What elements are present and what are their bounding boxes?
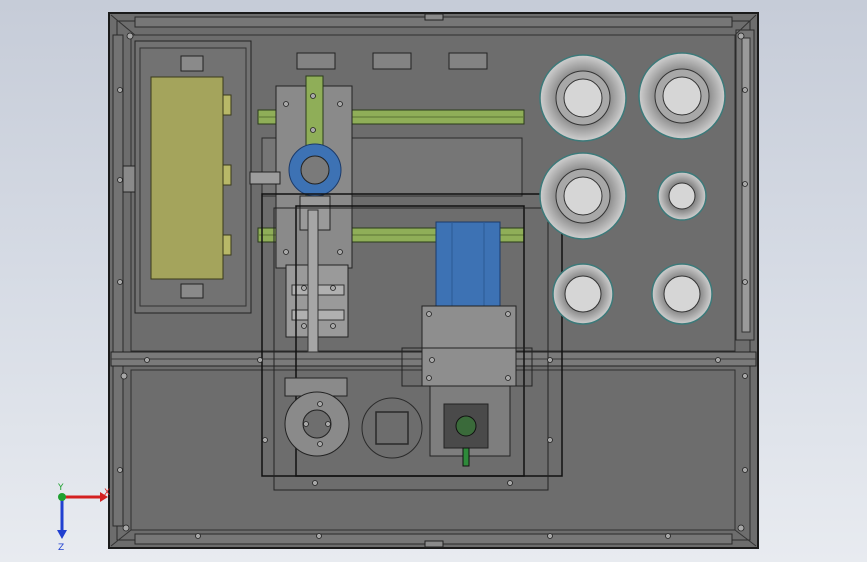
axis-x-label: X	[104, 488, 110, 498]
axis-triad-icon: X Y Z	[57, 483, 110, 553]
olive-control-panel	[122, 40, 252, 314]
cad-viewport[interactable]: X Y Z	[0, 0, 867, 562]
axis-z-label: Z	[58, 543, 64, 553]
axis-y-label: Y	[57, 483, 64, 493]
cad-assembly-drawing: X Y Z	[57, 12, 759, 553]
top-brackets	[296, 52, 488, 70]
